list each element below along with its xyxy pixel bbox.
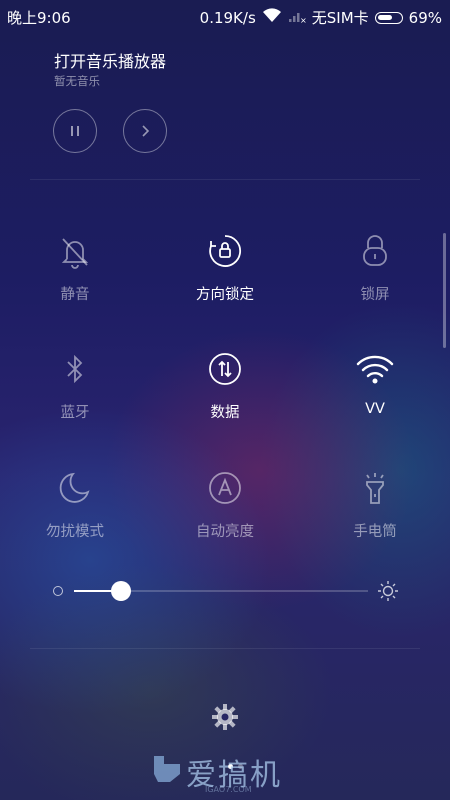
toggle-label: 锁屏: [360, 287, 390, 303]
music-player-title[interactable]: 打开音乐播放器: [54, 48, 166, 72]
status-bar: 晚上9:06 0.19K/s × 无SIM卡 69%: [0, 0, 450, 32]
pause-button[interactable]: [53, 109, 97, 153]
chevron-right-icon: [142, 125, 150, 137]
toggle-rotation-lock[interactable]: 方向锁定: [150, 233, 300, 333]
toggle-label: 数据: [210, 405, 240, 421]
toggle-auto-brightness[interactable]: 自动亮度: [150, 470, 300, 570]
toggle-label: 方向锁定: [196, 287, 254, 303]
brightness-high-icon: [378, 581, 398, 601]
status-time: 晚上9:06: [7, 9, 71, 27]
watermark-logo-icon: [154, 756, 180, 782]
next-button[interactable]: [123, 109, 167, 153]
auto-brightness-icon: [209, 472, 241, 504]
toggle-label: 手电筒: [353, 524, 397, 540]
divider: [30, 179, 420, 180]
toggle-data[interactable]: 数据: [150, 351, 300, 451]
data-icon: [209, 353, 241, 385]
sim-status: 无SIM卡: [311, 9, 369, 27]
gear-icon[interactable]: [210, 702, 240, 732]
signal-none-icon: ×: [288, 9, 306, 27]
toggle-do-not-disturb[interactable]: 勿扰模式: [0, 470, 150, 570]
bluetooth-icon: [67, 354, 83, 384]
brightness-slider[interactable]: [74, 581, 368, 601]
svg-text:×: ×: [300, 16, 306, 23]
scrollbar[interactable]: [443, 233, 446, 348]
music-player-subtitle: 暂无音乐: [54, 74, 100, 88]
toggle-label: 静音: [60, 287, 90, 303]
status-right: 0.19K/s × 无SIM卡 69%: [200, 7, 442, 28]
pause-icon: [71, 126, 79, 136]
toggle-bluetooth[interactable]: 蓝牙: [0, 351, 150, 451]
toggle-flashlight[interactable]: 手电筒: [300, 470, 450, 570]
wifi-icon: [356, 355, 394, 384]
toggle-label: 自动亮度: [196, 524, 254, 540]
bell-off-icon: [61, 238, 89, 269]
battery-icon: [374, 11, 403, 24]
brightness-slider-thumb[interactable]: [111, 581, 132, 601]
flashlight-icon: [366, 473, 384, 504]
network-speed: 0.19K/s: [199, 8, 256, 27]
moon-icon: [59, 472, 90, 503]
toggle-lock-screen[interactable]: 锁屏: [300, 233, 450, 333]
divider: [30, 648, 420, 649]
lock-icon: [363, 235, 387, 266]
battery-percent: 69%: [408, 8, 442, 27]
brightness-low-icon: [53, 586, 63, 596]
toggle-mute[interactable]: 静音: [0, 233, 150, 333]
toggle-label: 勿扰模式: [46, 524, 104, 540]
rotation-lock-icon: [209, 235, 241, 267]
watermark-subtext: IGAO7.COM: [205, 785, 252, 794]
wifi-status-icon: [262, 8, 282, 27]
toggle-label: VV: [365, 401, 385, 417]
toggle-label: 蓝牙: [60, 405, 90, 421]
toggle-wifi[interactable]: VV: [300, 351, 450, 451]
